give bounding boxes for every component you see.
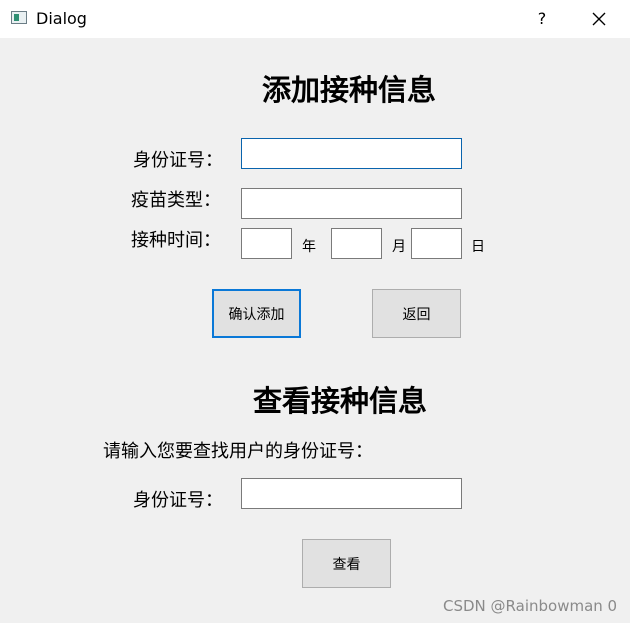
month-unit-label: 月 (392, 239, 406, 255)
confirm-add-button[interactable]: 确认添加 (212, 289, 301, 338)
vaccination-time-label: 接种时间： (131, 230, 221, 251)
year-input[interactable] (241, 228, 292, 259)
help-button[interactable]: ? (530, 0, 554, 38)
month-input[interactable] (331, 228, 382, 259)
watermark: CSDN @Rainbowman 0 (443, 597, 618, 615)
day-unit-label: 日 (471, 239, 485, 255)
add-heading: 添加接种信息 (262, 73, 437, 107)
close-icon (592, 12, 606, 26)
query-id-number-input[interactable] (241, 478, 462, 509)
query-id-number-label: 身份证号： (133, 490, 223, 511)
app-icon (11, 11, 27, 24)
title-bar: Dialog ? (0, 0, 630, 38)
day-input[interactable] (411, 228, 462, 259)
id-number-label: 身份证号： (133, 150, 223, 171)
window-title: Dialog (36, 9, 87, 28)
id-number-input[interactable] (241, 138, 462, 169)
vaccine-type-label: 疫苗类型： (131, 190, 221, 211)
query-heading: 查看接种信息 (253, 384, 428, 418)
close-button[interactable] (582, 0, 616, 38)
view-button[interactable]: 查看 (302, 539, 391, 588)
query-prompt: 请输入您要查找用户的身份证号： (103, 441, 373, 462)
back-button[interactable]: 返回 (372, 289, 461, 338)
vaccine-type-input[interactable] (241, 188, 462, 219)
year-unit-label: 年 (302, 239, 316, 255)
